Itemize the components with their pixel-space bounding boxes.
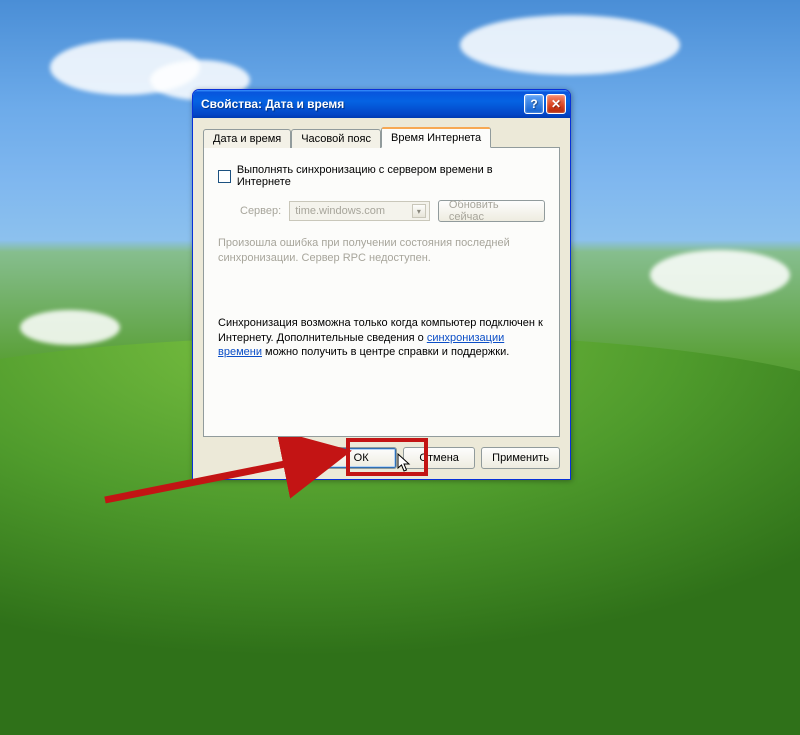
window-title: Свойства: Дата и время (201, 97, 522, 111)
date-time-properties-window: Свойства: Дата и время ? ✕ Дата и время … (192, 89, 571, 480)
status-line: Произошла ошибка при получении состояния… (218, 237, 510, 249)
close-button[interactable]: ✕ (546, 94, 566, 114)
chevron-down-icon: ▾ (412, 204, 426, 218)
cloud-deco (650, 250, 790, 300)
help-button[interactable]: ? (524, 94, 544, 114)
sync-checkbox[interactable] (218, 170, 231, 183)
server-combobox[interactable]: time.windows.com ▾ (289, 201, 430, 221)
cloud-deco (460, 15, 680, 75)
sync-checkbox-row[interactable]: Выполнять синхронизацию с сервером време… (218, 164, 545, 188)
close-icon: ✕ (551, 97, 561, 111)
server-label: Сервер: (240, 205, 281, 217)
cancel-button[interactable]: Отмена (403, 447, 475, 469)
update-now-button[interactable]: Обновить сейчас (438, 200, 545, 222)
server-combobox-value: time.windows.com (295, 205, 385, 217)
dialog-button-row: ОК Отмена Применить (203, 447, 560, 469)
info-text-post: можно получить в центре справки и поддер… (262, 346, 509, 358)
sync-status-text: Произошла ошибка при получении состояния… (218, 236, 545, 266)
ok-button[interactable]: ОК (325, 447, 397, 469)
sync-info-text: Синхронизация возможна только когда комп… (218, 316, 545, 361)
tab-timezone[interactable]: Часовой пояс (291, 129, 381, 148)
tab-date-time[interactable]: Дата и время (203, 129, 291, 148)
tab-internet-time[interactable]: Время Интернета (381, 127, 491, 148)
status-line: синхронизации. Сервер RPC недоступен. (218, 252, 431, 264)
tab-panel-internet-time: Выполнять синхронизацию с сервером време… (203, 147, 560, 437)
sync-checkbox-label: Выполнять синхронизацию с сервером време… (237, 164, 545, 188)
cloud-deco (20, 310, 120, 345)
tabstrip: Дата и время Часовой пояс Время Интернет… (203, 126, 560, 147)
apply-button[interactable]: Применить (481, 447, 560, 469)
server-row: Сервер: time.windows.com ▾ Обновить сейч… (240, 200, 545, 222)
dialog-body: Дата и время Часовой пояс Время Интернет… (193, 118, 570, 479)
titlebar[interactable]: Свойства: Дата и время ? ✕ (193, 90, 570, 118)
